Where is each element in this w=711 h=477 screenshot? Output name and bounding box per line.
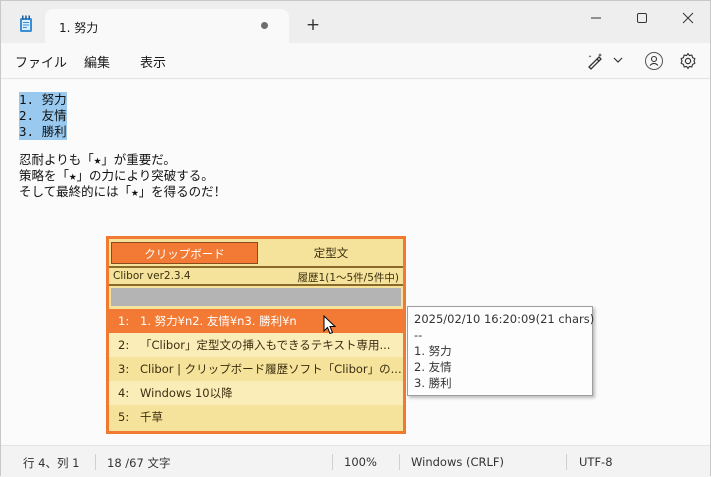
tab-fixed-phrases[interactable]: 定型文 — [261, 242, 401, 264]
notepad-icon — [20, 15, 32, 32]
editor-line-selected[interactable]: 3. 勝利 — [19, 124, 67, 140]
clip-item-text: Windows 10以降 — [140, 386, 233, 400]
clibor-popup: クリップボード 定型文 Clibor ver2.3.4 履歴1(1～5件/5件中… — [106, 236, 406, 434]
divider — [332, 454, 333, 470]
menu-bar: ファイル 編集 表示 — [1, 43, 710, 79]
tab-clipboard[interactable]: クリップボード — [111, 242, 258, 264]
editor-line[interactable]: 策略を「★」の力により突破する。 — [19, 168, 214, 184]
clip-item-text: Clibor | クリップボード履歴ソフト「Clibor」の... — [140, 362, 402, 376]
divider — [566, 454, 567, 470]
minimize-icon — [591, 17, 601, 19]
notepad-window: 1. 努力 + ファイル 編集 表示 1. 努力 2. 友情 3. 勝利 忍耐よ… — [0, 0, 711, 477]
zoom-level[interactable]: 100% — [344, 455, 377, 469]
clip-item-number: 1: — [118, 314, 130, 328]
new-tab-button[interactable]: + — [301, 14, 325, 36]
clip-item-number: 5: — [118, 410, 130, 424]
character-count: 18 /67 文字 — [107, 456, 171, 470]
divider — [399, 454, 400, 470]
gear-icon[interactable] — [678, 51, 698, 71]
clip-item-text: 1. 努力¥n2. 友情¥n3. 勝利¥n — [140, 314, 297, 328]
version-label: Clibor ver2.3.4 — [113, 270, 191, 282]
tab-title: 1. 努力 — [59, 21, 99, 35]
editor-line[interactable]: そして最終的には「★」を得るのだ！ — [19, 184, 226, 200]
tab-document[interactable]: 1. 努力 — [45, 9, 289, 43]
tooltip-line: 1. 努力 — [414, 344, 452, 358]
tooltip-line: 2. 友情 — [414, 360, 452, 374]
editor-line-selected[interactable]: 1. 努力 — [19, 92, 67, 108]
divider — [109, 284, 403, 286]
menu-file[interactable]: ファイル — [15, 52, 67, 71]
clip-item-2[interactable]: 2: 「Clibor」定型文の挿入もできるテキスト専用... — [109, 333, 403, 357]
minimize-button[interactable] — [573, 3, 619, 33]
title-bar: 1. 努力 + — [1, 1, 710, 43]
maximize-button[interactable] — [619, 3, 665, 33]
clip-item-3[interactable]: 3: Clibor | クリップボード履歴ソフト「Clibor」の... — [109, 357, 403, 381]
close-icon — [682, 12, 694, 24]
clip-item-5[interactable]: 5: 千草 — [109, 405, 403, 429]
tooltip-timestamp: 2025/02/10 16:20:09(21 chars) — [414, 312, 595, 326]
editor-line[interactable]: 忍耐よりも「★」が重要だ。 — [19, 152, 176, 168]
tooltip-line: 3. 勝利 — [414, 376, 452, 390]
mouse-pointer-icon — [323, 315, 337, 335]
clip-item-text: 「Clibor」定型文の挿入もできるテキスト専用... — [140, 338, 391, 352]
line-ending[interactable]: Windows (CRLF) — [411, 455, 504, 469]
menu-view[interactable]: 表示 — [140, 52, 166, 71]
menu-edit[interactable]: 編集 — [84, 52, 110, 71]
clip-item-number: 3: — [118, 362, 130, 376]
editor-line-selected[interactable]: 2. 友情 — [19, 108, 67, 124]
clip-item-number: 4: — [118, 386, 130, 400]
account-icon[interactable] — [644, 51, 664, 71]
chevron-down-icon[interactable] — [611, 53, 625, 67]
maximize-icon — [637, 13, 647, 23]
encoding[interactable]: UTF-8 — [579, 455, 613, 469]
clip-item-text: 千草 — [140, 410, 163, 424]
cursor-position: 行 4、列 1 — [23, 456, 80, 470]
search-input[interactable] — [111, 288, 401, 306]
clip-item-1[interactable]: 1: 1. 努力¥n2. 友情¥n3. 勝利¥n — [109, 309, 403, 333]
tooltip-separator: -- — [414, 328, 423, 342]
history-count: 履歴1(1～5件/5件中) — [297, 272, 399, 284]
clip-preview-tooltip: 2025/02/10 16:20:09(21 chars) -- 1. 努力 2… — [407, 306, 595, 396]
unsaved-dot-icon[interactable] — [261, 22, 268, 29]
status-bar: 行 4、列 1 18 /67 文字 100% Windows (CRLF) UT… — [1, 445, 710, 477]
clip-item-4[interactable]: 4: Windows 10以降 — [109, 381, 403, 405]
close-button[interactable] — [665, 3, 711, 33]
divider — [95, 454, 96, 470]
divider — [109, 266, 403, 268]
clip-item-number: 2: — [118, 338, 130, 352]
copilot-pen-icon[interactable] — [585, 51, 605, 71]
